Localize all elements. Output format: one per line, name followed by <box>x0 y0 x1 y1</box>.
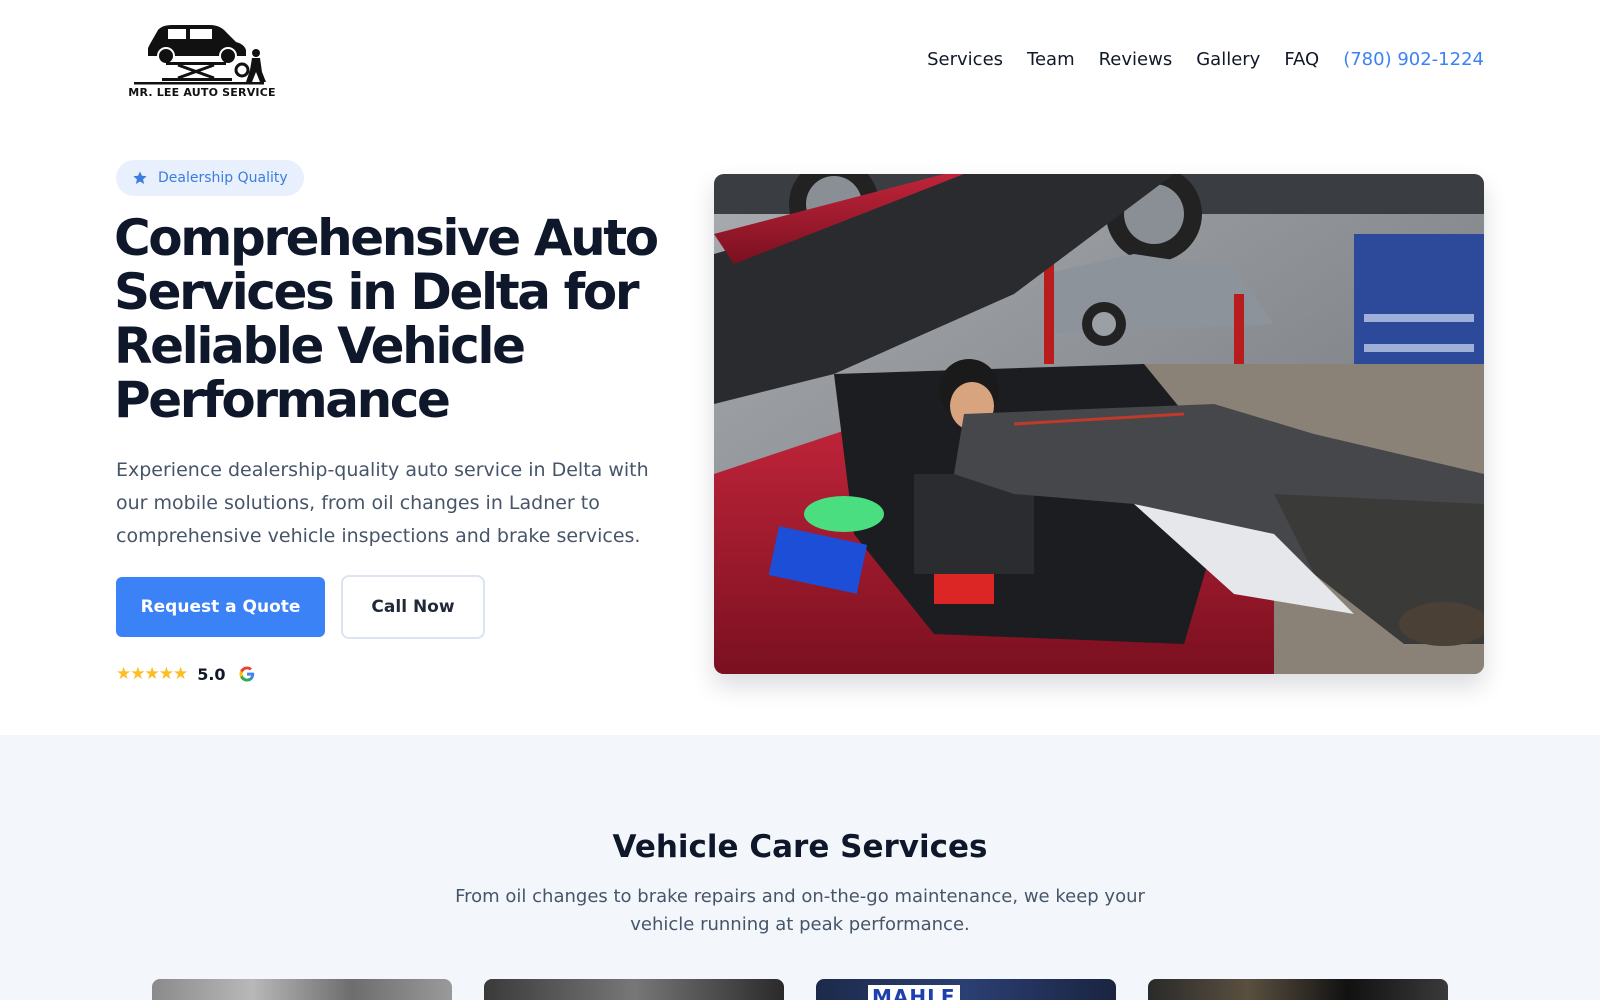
nav-item-team[interactable]: Team <box>1027 46 1075 74</box>
logo[interactable]: MR. LEE AUTO SERVICE <box>128 22 276 102</box>
site-header: MR. LEE AUTO SERVICE Services Team Revie… <box>0 0 1600 125</box>
request-quote-button[interactable]: Request a Quote <box>116 577 325 637</box>
services-description: From oil changes to brake repairs and on… <box>455 886 1145 935</box>
service-card[interactable] <box>1148 979 1448 1000</box>
nav-item-reviews[interactable]: Reviews <box>1099 46 1173 74</box>
call-now-button[interactable]: Call Now <box>341 575 485 639</box>
hero-badge-label: Dealership Quality <box>158 170 288 186</box>
main-nav: Services Team Reviews Gallery FAQ (780) … <box>927 46 1484 74</box>
nav-item-gallery[interactable]: Gallery <box>1196 46 1260 74</box>
hero-title: Comprehensive Auto Services in Delta for… <box>114 209 659 429</box>
google-icon <box>239 666 254 682</box>
logo-text: MR. LEE AUTO SERVICE <box>128 86 276 99</box>
garage-mechanic-image <box>714 174 1484 674</box>
services-title: Vehicle Care Services <box>612 829 988 865</box>
service-card[interactable]: MAHLE <box>816 979 1116 1000</box>
nav-item-faq[interactable]: FAQ <box>1284 46 1319 74</box>
mahle-brand-text: MAHLE <box>868 985 960 1000</box>
hero-description: Experience dealership-quality auto servi… <box>116 459 649 547</box>
hero-mechanic-photo <box>714 174 1484 674</box>
service-card[interactable] <box>152 979 452 1000</box>
hero-badge: Dealership Quality <box>116 160 304 196</box>
google-rating: ★★★★★ 5.0 <box>116 664 256 684</box>
rating-value: 5.0 <box>197 664 226 684</box>
rating-stars: ★★★★★ <box>116 664 188 684</box>
nav-phone-link[interactable]: (780) 902-1224 <box>1343 46 1484 74</box>
car-lift-logo-icon <box>134 25 266 85</box>
service-card[interactable] <box>484 979 784 1000</box>
star-icon <box>133 171 147 184</box>
nav-item-services[interactable]: Services <box>927 46 1003 74</box>
services-section: Vehicle Care Services From oil changes t… <box>0 735 1600 1000</box>
